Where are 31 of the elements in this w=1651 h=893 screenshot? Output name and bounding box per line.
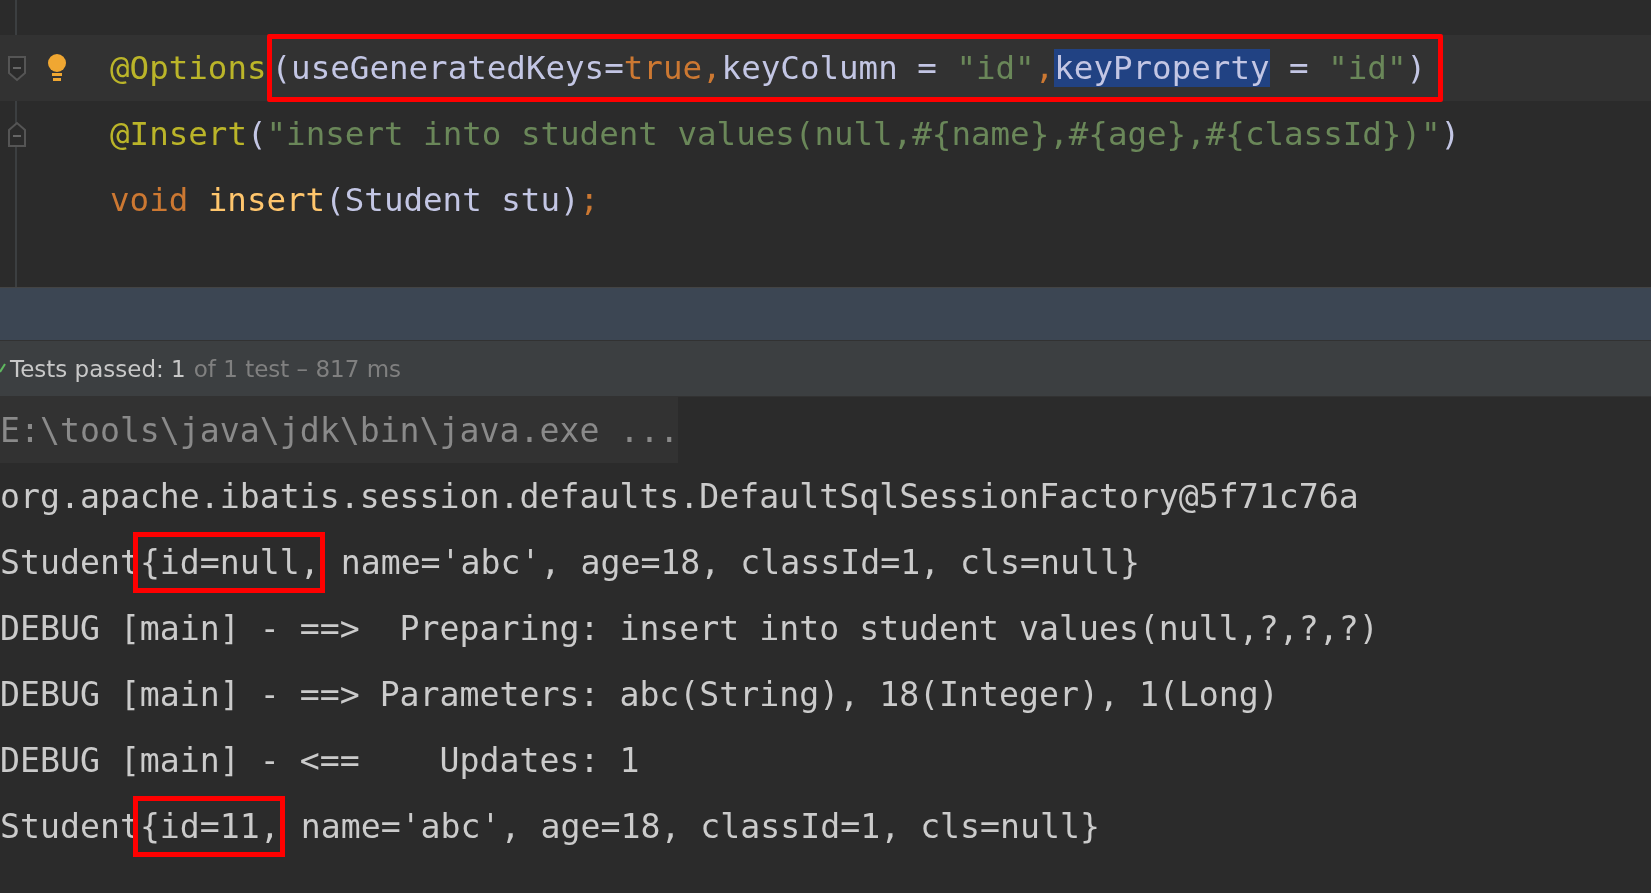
code-token: true <box>623 49 703 87</box>
code-token: (Student stu) <box>325 181 580 219</box>
code-token: , <box>1034 49 1055 87</box>
console-text: DEBUG [main] - <== Updates: 1 <box>0 740 640 780</box>
code-token: , <box>702 49 722 87</box>
selected-code-token: keyProperty <box>1054 49 1270 87</box>
code-token: ) <box>1406 49 1427 87</box>
code-token: @Insert <box>110 115 247 153</box>
code-token: = <box>1288 49 1310 87</box>
test-summary: of 1 test – 817 ms <box>193 355 402 382</box>
code-token: (useGeneratedKeys= <box>271 49 624 87</box>
code-token: ) <box>1440 115 1461 153</box>
annotation-box: {id=11, <box>132 795 285 857</box>
code-token: @Options <box>110 49 267 87</box>
code-token: insert <box>207 181 326 219</box>
annotation-box: {id=null, <box>132 531 325 593</box>
code-token: keyColumn = <box>721 49 938 87</box>
console-text: name='abc', age=18, classId=1, cls=null} <box>339 542 1140 582</box>
code-token: void <box>110 181 189 219</box>
console-text: name='abc', age=18, classId=1, cls=null} <box>299 806 1100 846</box>
code-token: ; <box>579 181 600 219</box>
code-token: "id" <box>956 49 1035 87</box>
code-token: "id" <box>1328 49 1407 87</box>
console-text: DEBUG [main] - ==> Parameters: abc(String), 18(Integer), 1(Long) <box>0 674 1279 714</box>
console-text: DEBUG [main] - ==> Preparing: insert into student values(null,?,?,?) <box>0 608 1379 648</box>
tests-passed-label: Tests passed: 1 <box>10 355 186 382</box>
console-text: E:\tools\java\jdk\bin\java.exe ... <box>0 410 680 450</box>
panel-splitter[interactable] <box>0 287 1651 340</box>
code-token: "insert into student values(null,#{name},#{age},#{classId})" <box>266 115 1441 153</box>
code-token: ( <box>246 115 267 153</box>
console-text: org.apache.ibatis.session.defaults.DefaultSqlSessionFactory@5f71c76a <box>0 476 1359 516</box>
